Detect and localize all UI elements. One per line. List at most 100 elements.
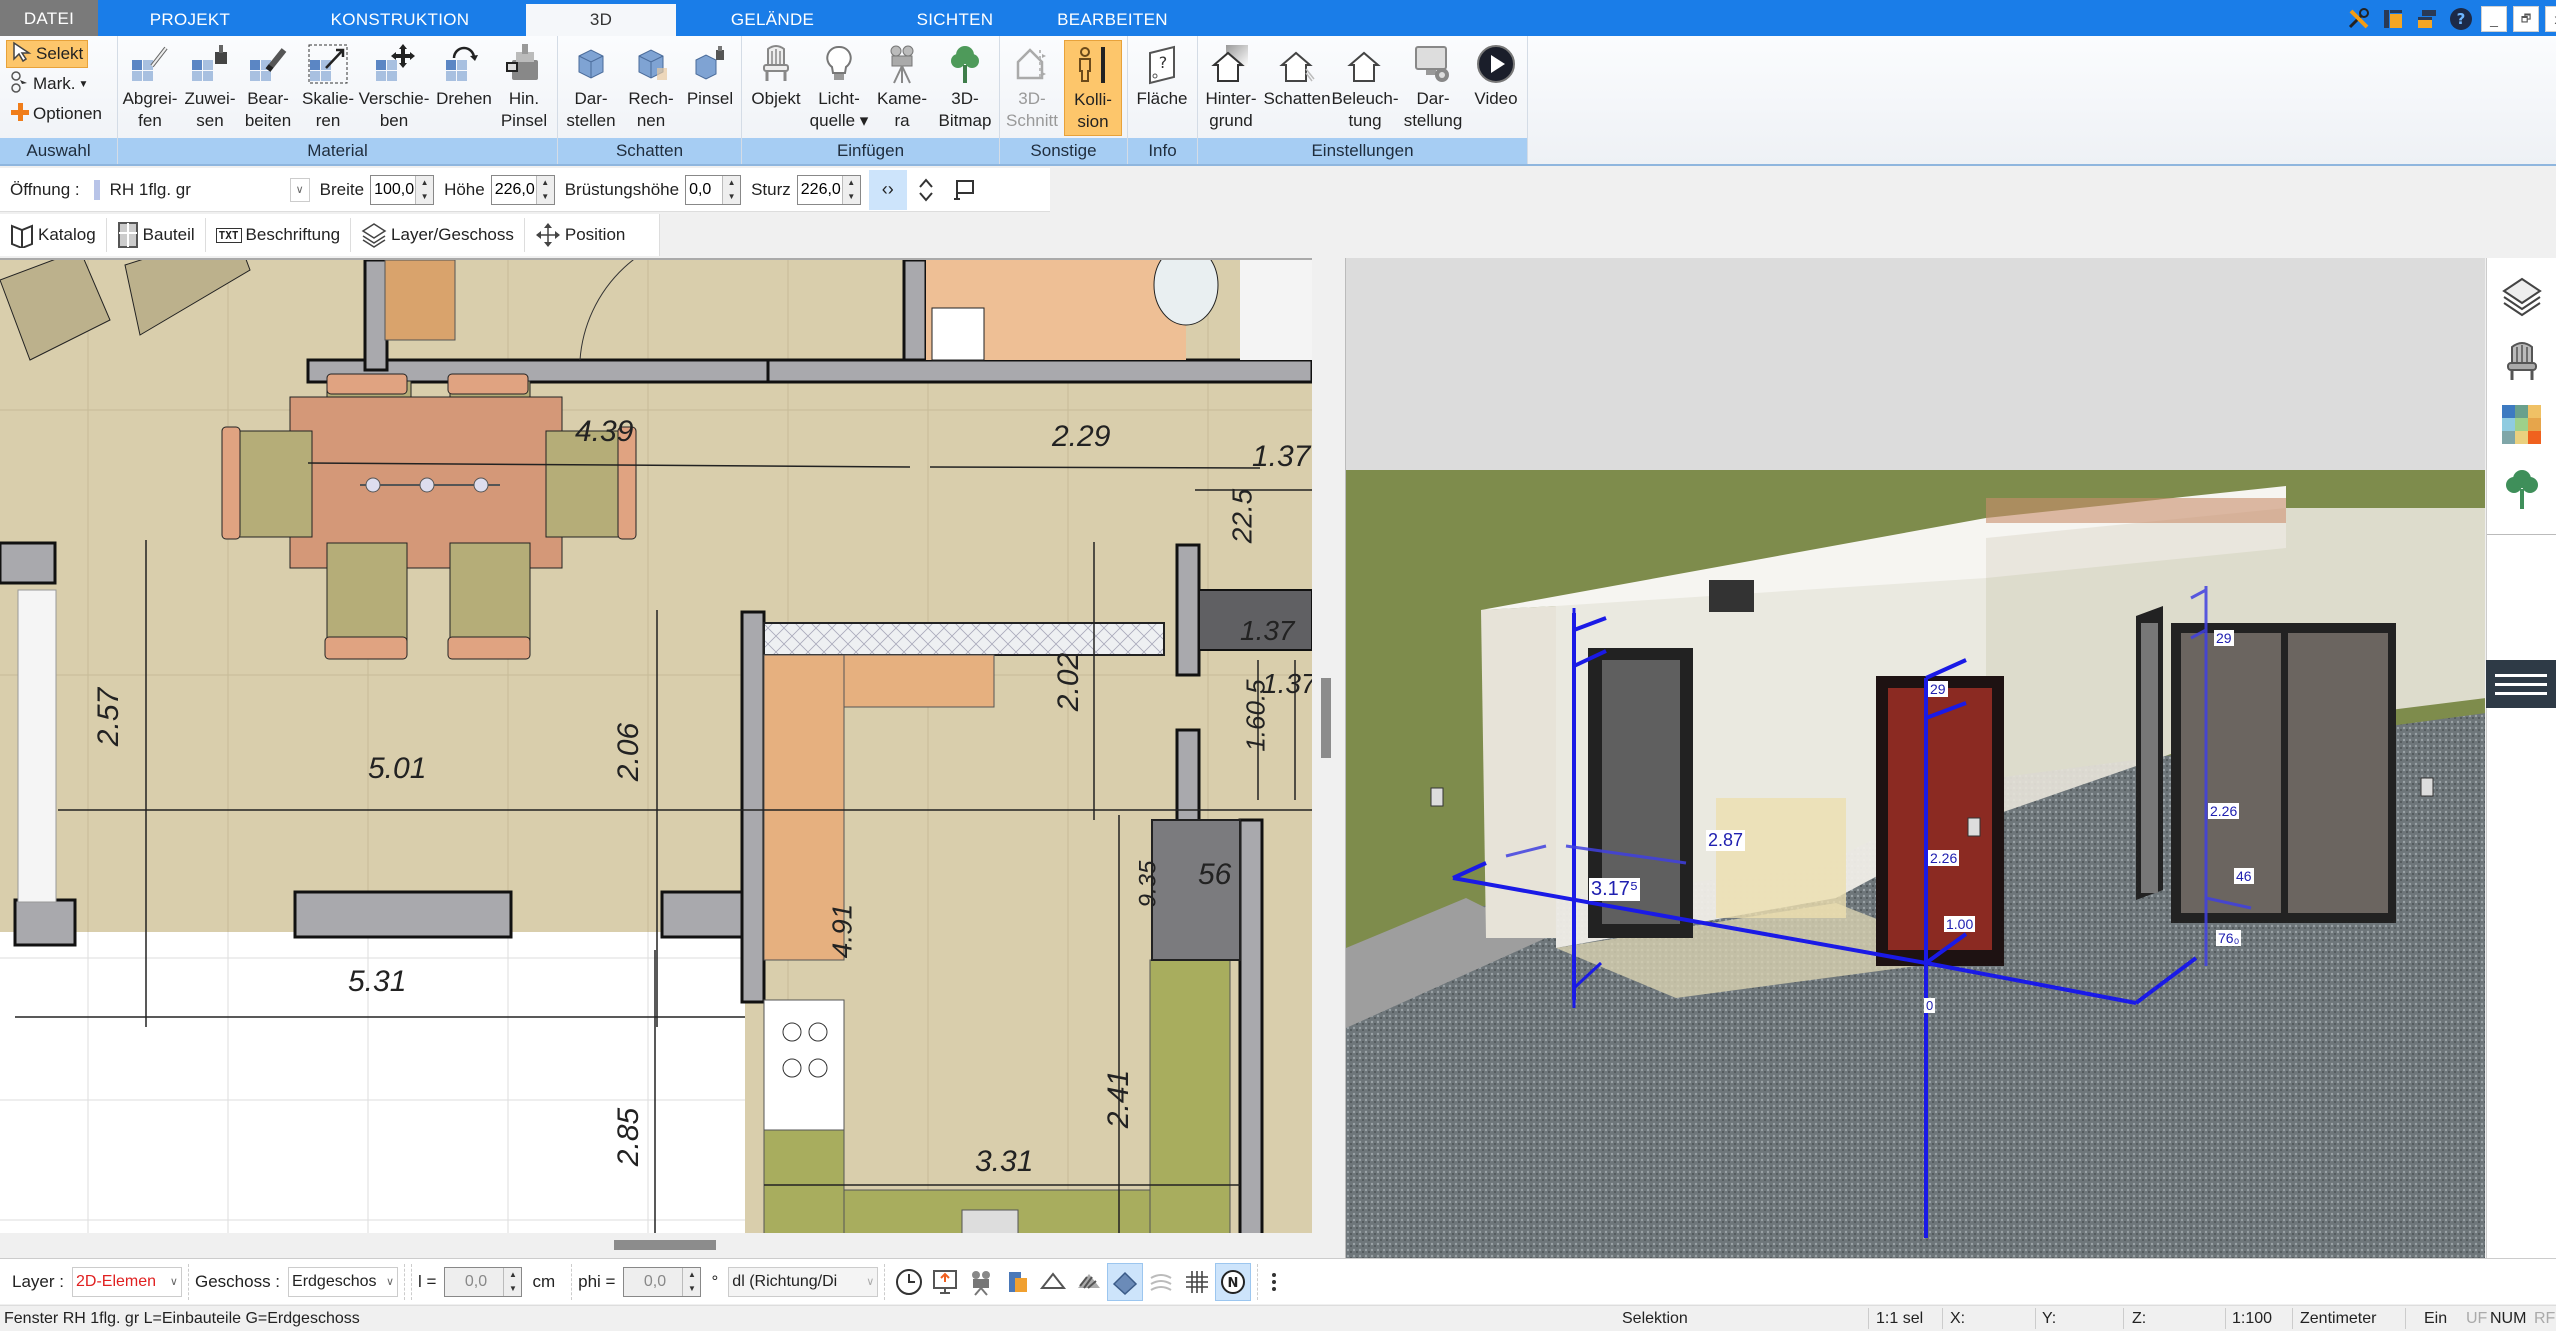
schatten-rechnen-button[interactable]: Rech- nen: [622, 40, 680, 136]
optionen-button[interactable]: Optionen: [6, 100, 106, 128]
einstellungen-schatten-button[interactable]: Schatten: [1263, 40, 1331, 136]
schatten-darstellen-button[interactable]: Dar- stellen: [562, 40, 620, 136]
sturz-input[interactable]: [797, 175, 842, 204]
layer-geschoss-button[interactable]: Layer/Geschoss: [351, 214, 524, 256]
bruestungshoehe-input[interactable]: [686, 175, 723, 204]
hoehe-stepper[interactable]: ▲▼: [490, 174, 555, 205]
flip-vertical-button[interactable]: [907, 170, 945, 210]
hin-pinsel-button[interactable]: Hin. Pinsel: [496, 40, 552, 136]
decrement-icon[interactable]: ▼: [843, 190, 860, 204]
flip-horizontal-button[interactable]: ‹›: [868, 169, 907, 210]
hintergrund-button[interactable]: Hinter- grund: [1200, 40, 1262, 136]
bauteil-button[interactable]: Bauteil: [107, 214, 205, 256]
grid-toggle-button[interactable]: [1179, 1263, 1215, 1301]
skalieren-button[interactable]: Skalie- ren: [300, 40, 356, 136]
flip-vertical-icon: [919, 177, 933, 202]
3d-schnitt-button[interactable]: 3D- Schnitt: [1004, 40, 1060, 136]
lichtquelle-button[interactable]: Licht- quelle ▾: [808, 40, 870, 136]
decrement-icon[interactable]: ▼: [723, 190, 740, 204]
position-button[interactable]: Position: [525, 214, 635, 256]
increment-icon[interactable]: ▲: [843, 176, 860, 190]
decrement-icon[interactable]: ▼: [504, 1282, 521, 1296]
objekt-button[interactable]: Objekt: [746, 40, 806, 136]
tab-gelaende[interactable]: GELÄNDE: [700, 4, 845, 36]
drehen-button[interactable]: Drehen: [434, 40, 494, 136]
north-arrow-button[interactable]: N: [1215, 1262, 1252, 1301]
tools-icon[interactable]: [2345, 6, 2373, 32]
wireframe-view-button[interactable]: [1035, 1263, 1071, 1301]
tab-sichten[interactable]: SICHTEN: [880, 4, 1030, 36]
tab-bearbeiten[interactable]: BEARBEITEN: [1040, 4, 1185, 36]
tab-konstruktion[interactable]: KONSTRUKTION: [320, 4, 480, 36]
floor-plan-view[interactable]: 4.39 2.29 1.37 22.5 2.57 5.01 2.06 2.02 …: [0, 258, 1312, 1233]
decrement-icon[interactable]: ▼: [537, 190, 554, 204]
direction-mode-select[interactable]: dl (Richtung/Di ∨: [728, 1266, 879, 1297]
beschriftung-button[interactable]: TXT Beschriftung: [206, 214, 350, 256]
breite-stepper[interactable]: ▲▼: [370, 174, 435, 205]
scrollbar-thumb[interactable]: [614, 1240, 716, 1250]
solid-view-button[interactable]: [1107, 1262, 1144, 1301]
layers-panel-button[interactable]: [2495, 270, 2549, 324]
kamera-button[interactable]: Kame- ra: [872, 40, 932, 136]
length-input[interactable]: [445, 1267, 504, 1296]
flaeche-button[interactable]: ? Fläche: [1132, 40, 1192, 136]
bruestungshoehe-stepper[interactable]: ▲▼: [685, 174, 742, 205]
plan-vertical-scrollbar[interactable]: [1316, 258, 1338, 1233]
increment-icon[interactable]: ▲: [683, 1268, 700, 1282]
window-view-button[interactable]: [945, 170, 983, 210]
verschieben-button[interactable]: Verschie- ben: [358, 40, 430, 136]
bearbeiten-button[interactable]: Bear- beiten: [240, 40, 296, 136]
plants-panel-button[interactable]: [2495, 462, 2549, 516]
geschoss-select[interactable]: Erdgeschos ∨: [288, 1266, 399, 1297]
breite-input[interactable]: [371, 175, 416, 204]
windows-icon[interactable]: [2413, 6, 2441, 32]
minimize-button[interactable]: _: [2481, 6, 2507, 32]
schatten-pinsel-button[interactable]: Pinsel: [682, 40, 738, 136]
length-stepper[interactable]: ▲▼: [444, 1266, 523, 1297]
katalog-label: Katalog: [38, 225, 96, 244]
chevron-down-icon[interactable]: ∨: [289, 177, 310, 202]
hatch-view-button[interactable]: [1071, 1263, 1107, 1301]
selekt-button[interactable]: Selekt: [6, 40, 89, 68]
hoehe-input[interactable]: [491, 175, 536, 204]
presentation-button[interactable]: [927, 1263, 963, 1301]
kollision-button[interactable]: Kolli- sion: [1064, 40, 1122, 136]
increment-icon[interactable]: ▲: [416, 176, 433, 190]
video-button[interactable]: Video: [1468, 40, 1524, 136]
objects-view-button[interactable]: [999, 1263, 1035, 1301]
more-options-button[interactable]: [1264, 1263, 1284, 1301]
materials-panel-button[interactable]: [2495, 398, 2549, 452]
decrement-icon[interactable]: ▼: [683, 1282, 700, 1296]
phi-input[interactable]: [624, 1267, 683, 1296]
tab-datei[interactable]: DATEI: [0, 0, 98, 36]
catalog-objects-button[interactable]: [2495, 334, 2549, 388]
tab-3d[interactable]: 3D: [526, 4, 676, 36]
phi-stepper[interactable]: ▲▼: [623, 1266, 702, 1297]
restore-button[interactable]: 🗗: [2513, 6, 2539, 32]
katalog-button[interactable]: Katalog: [0, 214, 106, 256]
plan-horizontal-scrollbar[interactable]: [0, 1233, 1312, 1255]
abgreifen-button[interactable]: Abgrei- fen: [122, 40, 178, 136]
layout-icon[interactable]: [2379, 6, 2407, 32]
beleuchtung-button[interactable]: Beleuch- tung: [1331, 40, 1399, 136]
increment-icon[interactable]: ▲: [723, 176, 740, 190]
scrollbar-thumb[interactable]: [1321, 678, 1331, 758]
decrement-icon[interactable]: ▼: [416, 190, 433, 204]
3d-view[interactable]: 29 29 2.26 2.26 2.87 3.17⁵ 1.00 46 76₀ 0: [1345, 258, 2485, 1258]
camera-view-button[interactable]: [963, 1263, 999, 1301]
close-button[interactable]: x: [2545, 6, 2556, 32]
3d-bitmap-button[interactable]: 3D- Bitmap: [934, 40, 996, 136]
zuweisen-button[interactable]: Zuwei- sen: [182, 40, 238, 136]
layer-select[interactable]: 2D-Elemen ∨: [71, 1266, 182, 1297]
texture-view-button[interactable]: [1143, 1263, 1179, 1301]
sidebar-menu-toggle[interactable]: [2486, 660, 2556, 708]
tab-projekt[interactable]: PROJEKT: [120, 4, 260, 36]
mark-button[interactable]: Mark. ▼: [6, 70, 92, 98]
darstellung-button[interactable]: Dar- stellung: [1400, 40, 1466, 136]
increment-icon[interactable]: ▲: [537, 176, 554, 190]
help-icon[interactable]: ?: [2447, 6, 2475, 32]
sturz-stepper[interactable]: ▲▼: [796, 174, 861, 205]
history-button[interactable]: [891, 1263, 927, 1301]
oeffnung-select[interactable]: RH 1flg. gr ∨: [110, 177, 310, 202]
increment-icon[interactable]: ▲: [504, 1268, 521, 1282]
